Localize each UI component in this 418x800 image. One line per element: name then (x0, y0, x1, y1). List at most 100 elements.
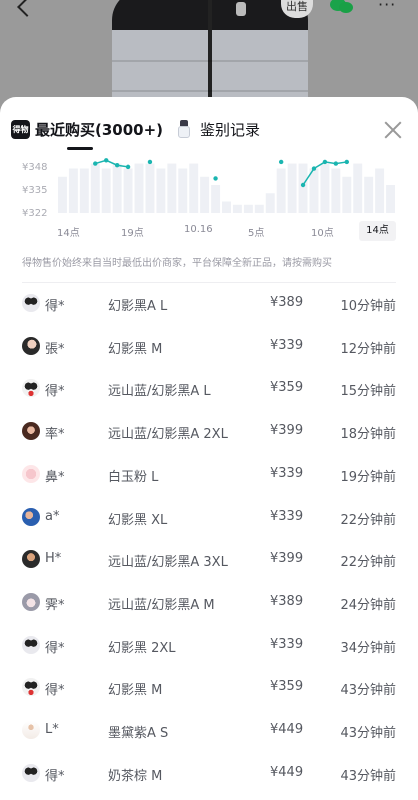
price-point (333, 161, 339, 166)
chart-bar (254, 204, 264, 213)
purchase-time: 34分钟前 (340, 640, 396, 656)
user-avatar (22, 294, 40, 312)
user-avatar (22, 678, 40, 697)
purchase-price: ¥449 (270, 764, 304, 780)
user-name: 得* (45, 640, 65, 656)
sku-spec: 远山蓝/幻影黑A 2XL (108, 427, 228, 443)
price-point (322, 159, 328, 165)
user-avatar (22, 721, 40, 739)
chart-bar (211, 185, 221, 213)
price-point (114, 163, 120, 168)
user-avatar (22, 422, 40, 441)
purchase-row: a* 幻影黑 XL ¥339 22分钟前 (0, 496, 418, 538)
tab-recent-purchases[interactable]: 得物 最近购买(3000+) (11, 118, 163, 140)
purchase-price: ¥359 (270, 679, 304, 695)
sku-spec: 幻影黑 M (108, 683, 163, 699)
chart-bar (331, 168, 341, 213)
user-name: 得* (45, 384, 65, 400)
user-name: a* (45, 508, 60, 524)
purchase-row: L* 墨黛紫A S ¥449 43分钟前 (0, 709, 418, 751)
product-image-area (0, 0, 418, 110)
purchase-price: ¥399 (270, 551, 304, 567)
price-point (147, 159, 153, 165)
purchase-price: ¥339 (270, 337, 304, 353)
chart-bar (222, 201, 231, 213)
price-point (213, 176, 218, 181)
price-point (344, 159, 349, 165)
user-avatar (22, 550, 40, 569)
chart-bar (68, 168, 78, 213)
purchase-row: 得* 奶茶棕 M ¥449 43分钟前 (0, 752, 418, 794)
chart-bar (243, 204, 253, 213)
sku-spec: 奶茶棕 M (108, 768, 163, 784)
purchase-time: 22分钟前 (340, 555, 396, 571)
purchase-row: 率* 远山蓝/幻影黑A 2XL ¥399 18分钟前 (0, 410, 418, 452)
purchase-time: 10分钟前 (340, 299, 396, 314)
chart-bar (364, 176, 374, 213)
purchase-time: 24分钟前 (340, 597, 396, 613)
wechat-icon[interactable] (328, 0, 356, 14)
y-tick: ¥348 (22, 162, 48, 173)
user-avatar (22, 464, 40, 483)
purchase-row: H* 远山蓝/幻影黑A 3XL ¥399 22分钟前 (0, 538, 418, 580)
chart-bar (265, 193, 275, 213)
user-avatar (22, 592, 40, 611)
purchase-price: ¥339 (270, 508, 304, 524)
user-name: 得* (45, 768, 65, 784)
sku-spec: 白玉粉 L (108, 469, 159, 485)
x-tick: 10.16 (184, 224, 213, 235)
active-tab-indicator (67, 147, 93, 150)
purchase-price: ¥339 (270, 465, 304, 481)
close-icon[interactable] (383, 120, 403, 140)
chart-bar (79, 168, 89, 213)
sku-spec: 远山蓝/幻影黑A M (108, 597, 215, 613)
chart-bar (298, 163, 308, 213)
chart-bar (342, 176, 352, 213)
sku-spec: 幻影黑 XL (108, 512, 168, 528)
x-tick: 10点 (311, 228, 334, 239)
chart-bar (189, 163, 199, 213)
chart-bar (167, 163, 177, 213)
purchase-row: 得* 幻影黑 2XL ¥339 34分钟前 (0, 624, 418, 666)
purchase-row: 得* 幻影黑A L ¥389 10分钟前 (0, 282, 418, 324)
product-jacket-image (112, 0, 308, 110)
chart-bar (287, 163, 297, 213)
user-name: 霁* (45, 597, 65, 613)
purchase-time: 12分钟前 (340, 341, 396, 357)
price-disclaimer: 得物售价始终来自当时最低出价商家，平台保障全新正品，请按需购买 (22, 258, 332, 269)
user-avatar (22, 379, 40, 398)
x-tick-current[interactable]: 14点 (359, 221, 396, 241)
price-trend-chart[interactable]: ¥348 ¥335 ¥322 14点 19点 10.16 5点 10点 14点 (0, 157, 418, 247)
price-point (93, 161, 98, 166)
dewu-app-icon: 得物 (11, 119, 30, 139)
price-point (125, 164, 131, 170)
chart-bar (386, 185, 395, 213)
user-name: 張* (45, 341, 65, 357)
sku-spec: 远山蓝/幻影黑A L (108, 384, 211, 400)
user-name: H* (45, 551, 62, 567)
purchase-row: 得* 远山蓝/幻影黑A L ¥359 15分钟前 (0, 367, 418, 409)
price-point (104, 158, 109, 163)
x-tick: 19点 (121, 228, 144, 239)
chart-bar (156, 168, 166, 213)
purchase-price: ¥359 (270, 380, 304, 396)
tab-authentication-records[interactable]: 鉴别记录 (175, 118, 260, 140)
user-name: 得* (45, 299, 65, 314)
purchase-time: 22分钟前 (340, 512, 396, 528)
chart-bar (145, 163, 155, 213)
price-point (300, 182, 306, 188)
chart-bar (200, 176, 210, 213)
purchase-price: ¥399 (270, 423, 304, 439)
tab-label: 最近购买(3000+) (35, 120, 164, 139)
purchase-price: ¥339 (270, 636, 304, 652)
chart-bar (309, 168, 319, 213)
recent-purchases-sheet: 得物 最近购买(3000+) 鉴别记录 ¥348 ¥335 ¥322 14点 1… (0, 97, 418, 800)
more-icon[interactable]: ··· (378, 0, 396, 13)
chart-bar (320, 163, 330, 213)
purchase-row: 張* 幻影黑 M ¥339 12分钟前 (0, 325, 418, 367)
chart-bar (101, 168, 111, 213)
purchase-time: 43分钟前 (340, 683, 396, 699)
purchase-time: 43分钟前 (340, 768, 396, 784)
purchase-price: ¥449 (270, 722, 304, 737)
chart-bar (112, 163, 122, 213)
